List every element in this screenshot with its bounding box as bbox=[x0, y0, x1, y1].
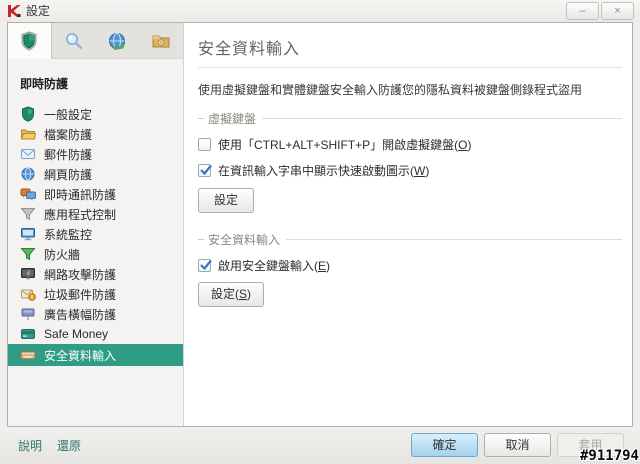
folder-icon bbox=[20, 129, 36, 140]
network-attack-icon bbox=[21, 268, 35, 280]
folder-gear-icon bbox=[152, 35, 170, 48]
sidebar-item-general-settings[interactable]: 一般設定 bbox=[8, 104, 183, 124]
dialog-body: 即時防護 一般設定 檔案防護 郵件防護 網頁防護 即時通訊防護 應用程式控制 系… bbox=[7, 22, 633, 427]
sidebar-nav: 即時防護 一般設定 檔案防護 郵件防護 網頁防護 即時通訊防護 應用程式控制 系… bbox=[8, 59, 183, 366]
chat-icon bbox=[20, 188, 36, 201]
keyboard-icon bbox=[20, 351, 36, 360]
tab-advanced[interactable] bbox=[139, 23, 183, 59]
group-dash bbox=[198, 239, 204, 240]
sidebar-item-label: 垃圾郵件防護 bbox=[44, 287, 117, 302]
globe-icon bbox=[109, 33, 126, 50]
sidebar-item-system-watcher[interactable]: 系統監控 bbox=[8, 224, 183, 244]
sidebar-item-label: 應用程式控制 bbox=[44, 207, 117, 222]
checkbox-label: 在資訊輸入字串中顯示快速啟動圖示(W) bbox=[218, 164, 430, 178]
page-description: 使用虛擬鍵盤和實體鍵盤安全輸入防護您的隱私資料被鍵盤側錄程式盜用 bbox=[198, 83, 583, 97]
group-line bbox=[262, 118, 622, 119]
sidebar-item-label: 郵件防護 bbox=[44, 147, 93, 162]
checkbox[interactable] bbox=[198, 138, 211, 151]
sidebar-item-mail-protection[interactable]: 郵件防護 bbox=[8, 144, 183, 164]
check-icon bbox=[200, 164, 212, 176]
group-dash bbox=[198, 118, 204, 119]
close-button[interactable]: × bbox=[601, 2, 634, 20]
help-link[interactable]: 說明 bbox=[18, 437, 42, 454]
tab-protection[interactable] bbox=[8, 23, 52, 59]
cancel-button[interactable]: 取消 bbox=[484, 433, 551, 457]
sidebar-item-label: 一般設定 bbox=[44, 107, 93, 122]
virtual-keyboard-settings-button[interactable]: 設定 bbox=[198, 188, 254, 213]
sidebar-item-label: 網路攻擊防護 bbox=[44, 267, 117, 282]
sidebar-item-anti-banner[interactable]: 廣告橫幅防護 bbox=[8, 304, 183, 324]
checkbox-row-virtual-keyboard-shortcut[interactable]: 使用「CTRL+ALT+SHIFT+P」開啟虛擬鍵盤(O) bbox=[198, 136, 622, 153]
kaspersky-logo-icon bbox=[8, 5, 21, 17]
sidebar-item-network-attack-blocker[interactable]: 網路攻擊防護 bbox=[8, 264, 183, 284]
sidebar-item-secure-data-input[interactable]: 安全資料輸入 bbox=[8, 344, 183, 366]
sidebar: 即時防護 一般設定 檔案防護 郵件防護 網頁防護 即時通訊防護 應用程式控制 系… bbox=[8, 23, 184, 426]
title-divider bbox=[198, 67, 622, 68]
checkbox[interactable] bbox=[198, 259, 212, 272]
group-virtual-keyboard-header: 虛擬鍵盤 bbox=[198, 110, 622, 127]
check-icon bbox=[200, 259, 212, 271]
content-panel: 安全資料輸入 使用虛擬鍵盤和實體鍵盤安全輸入防護您的隱私資料被鍵盤側錄程式盜用 … bbox=[185, 23, 632, 426]
sidebar-item-application-control[interactable]: 應用程式控制 bbox=[8, 204, 183, 224]
sidebar-item-label: 即時通訊防護 bbox=[44, 187, 117, 202]
sidebar-item-label: 檔案防護 bbox=[44, 127, 93, 142]
sidebar-item-file-protection[interactable]: 檔案防護 bbox=[8, 124, 183, 144]
page-title: 安全資料輸入 bbox=[198, 41, 301, 58]
settings-window: 設定 – × 即時防護 一般設定 檔案防護 郵件防護 網頁防護 即時通訊防護 應… bbox=[0, 0, 640, 464]
checkbox-label: 使用「CTRL+ALT+SHIFT+P」開啟虛擬鍵盤(O) bbox=[218, 138, 472, 152]
sidebar-item-label: 廣告橫幅防護 bbox=[44, 307, 117, 322]
tab-update[interactable] bbox=[96, 23, 140, 59]
banner-icon bbox=[21, 308, 35, 320]
checkbox-row-quick-launch-icon[interactable]: 在資訊輸入字串中顯示快速啟動圖示(W) bbox=[198, 162, 622, 179]
restore-link[interactable]: 還原 bbox=[57, 437, 81, 454]
window-title: 設定 bbox=[26, 4, 51, 18]
sidebar-item-label: Safe Money bbox=[44, 327, 109, 341]
card-icon bbox=[21, 329, 35, 339]
footer-links: 說明 還原 bbox=[18, 427, 81, 464]
title-bar: 設定 – × bbox=[0, 0, 640, 22]
group-label: 虛擬鍵盤 bbox=[208, 112, 257, 126]
funnel-icon bbox=[20, 208, 36, 221]
sidebar-item-label: 安全資料輸入 bbox=[44, 348, 117, 363]
shield-icon bbox=[21, 31, 37, 51]
group-secure-data-input-header: 安全資料輸入 bbox=[198, 231, 622, 248]
footer-bar: 說明 還原 確定 取消 套用 bbox=[0, 427, 640, 464]
checkbox-label: 啟用安全鍵盤輸入(E) bbox=[218, 259, 331, 273]
secure-input-settings-button[interactable]: 設定(S) bbox=[198, 282, 265, 307]
sidebar-item-label: 防火牆 bbox=[44, 247, 81, 262]
shield-icon bbox=[22, 106, 34, 122]
magnifier-icon bbox=[65, 33, 82, 50]
sidebar-item-label: 網頁防護 bbox=[44, 167, 93, 182]
group-line bbox=[286, 239, 622, 240]
monitor-icon bbox=[21, 228, 35, 241]
sidebar-item-safe-money[interactable]: Safe Money bbox=[8, 324, 183, 344]
sidebar-item-im-protection[interactable]: 即時通訊防護 bbox=[8, 184, 183, 204]
sidebar-item-web-protection[interactable]: 網頁防護 bbox=[8, 164, 183, 184]
tab-scan[interactable] bbox=[52, 23, 96, 59]
checkbox[interactable] bbox=[198, 164, 212, 177]
watermark: #911794 bbox=[579, 448, 639, 464]
minimize-button[interactable]: – bbox=[566, 2, 599, 20]
sidebar-section-header: 即時防護 bbox=[20, 77, 69, 91]
sidebar-item-firewall[interactable]: 防火牆 bbox=[8, 244, 183, 264]
mail-icon bbox=[21, 149, 35, 159]
firewall-funnel-icon bbox=[20, 248, 36, 261]
spam-mail-icon bbox=[21, 289, 36, 301]
ok-button[interactable]: 確定 bbox=[411, 433, 478, 457]
checkbox-row-secure-keyboard-input[interactable]: 啟用安全鍵盤輸入(E) bbox=[198, 257, 622, 274]
sidebar-item-anti-spam[interactable]: 垃圾郵件防護 bbox=[8, 284, 183, 304]
tab-strip bbox=[8, 23, 183, 59]
sidebar-item-label: 系統監控 bbox=[44, 227, 93, 242]
group-label: 安全資料輸入 bbox=[208, 233, 281, 247]
globe-icon bbox=[21, 167, 35, 181]
